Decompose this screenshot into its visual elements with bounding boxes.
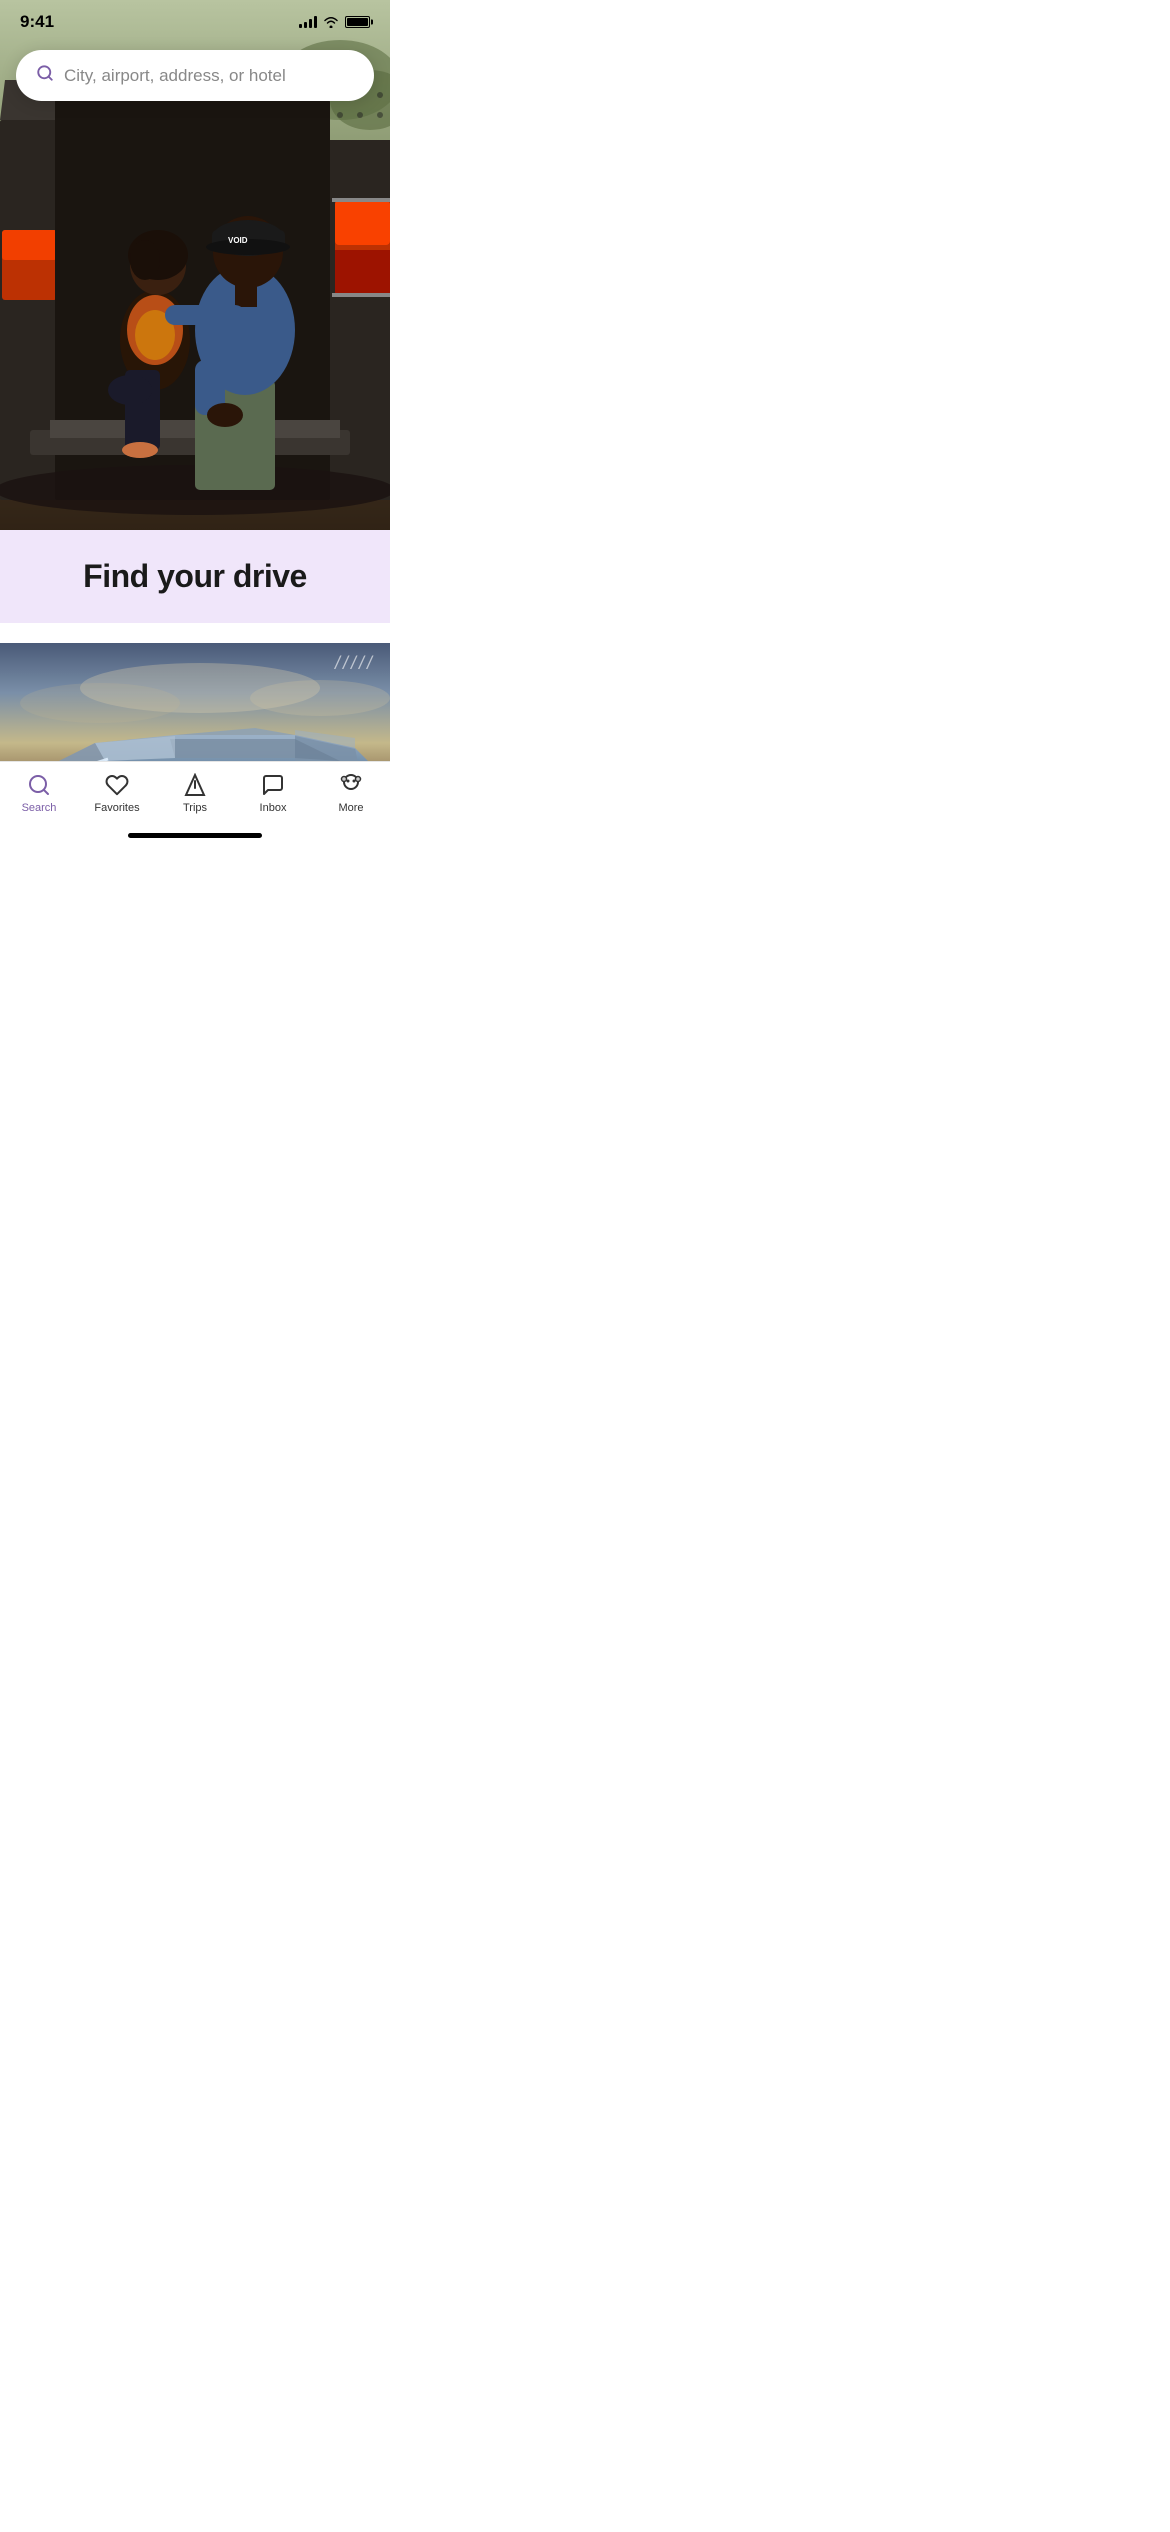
- nav-item-trips[interactable]: Trips: [156, 772, 234, 814]
- search-icon: [36, 64, 54, 87]
- battery-icon: [345, 16, 370, 28]
- section-spacer: [0, 623, 390, 643]
- more-nav-icon: [337, 772, 365, 798]
- hero-image: VOID City, airport, address, or hotel: [0, 0, 390, 530]
- search-nav-icon: [27, 772, 51, 798]
- scroll-content[interactable]: VOID City, airport, address, or hotel: [0, 0, 390, 761]
- nav-item-favorites[interactable]: Favorites: [78, 772, 156, 814]
- nav-item-inbox[interactable]: Inbox: [234, 772, 312, 814]
- road-nav-icon: [183, 772, 207, 798]
- status-bar: 9:41: [0, 0, 390, 44]
- nav-label-more: More: [338, 802, 363, 814]
- search-bar-container[interactable]: City, airport, address, or hotel: [16, 50, 374, 101]
- nav-item-more[interactable]: More: [312, 772, 390, 814]
- nav-label-search: Search: [22, 802, 57, 814]
- message-nav-icon: [261, 772, 285, 798]
- cybertruck-card[interactable]: /////: [0, 643, 390, 761]
- signal-icon: [299, 16, 317, 28]
- wifi-icon: [323, 16, 339, 28]
- nav-item-search[interactable]: Search: [0, 772, 78, 814]
- find-drive-text: Find your drive: [83, 558, 307, 594]
- search-bar[interactable]: City, airport, address, or hotel: [16, 50, 374, 101]
- nav-label-trips: Trips: [183, 802, 207, 814]
- home-indicator: [128, 833, 262, 838]
- svg-text:VOID: VOID: [228, 236, 248, 245]
- nav-label-favorites: Favorites: [94, 802, 139, 814]
- find-drive-banner: Find your drive: [0, 530, 390, 623]
- slash-watermark: /////: [335, 653, 375, 674]
- search-input-placeholder: City, airport, address, or hotel: [64, 66, 286, 86]
- status-icons: [299, 16, 370, 28]
- nav-label-inbox: Inbox: [260, 802, 287, 814]
- bottom-nav: Search Favorites Trips Inbox: [0, 761, 390, 844]
- heart-nav-icon: [105, 772, 129, 798]
- status-time: 9:41: [20, 12, 54, 32]
